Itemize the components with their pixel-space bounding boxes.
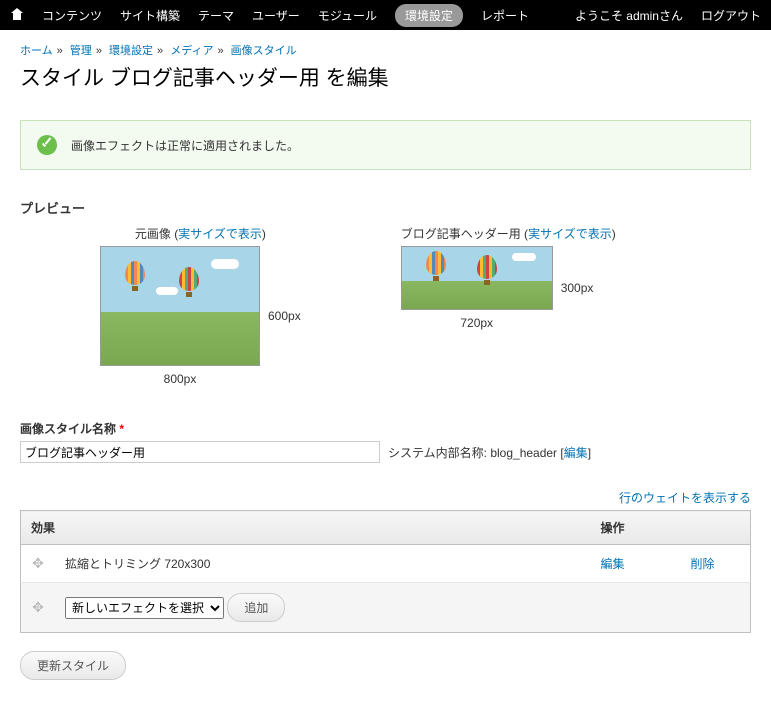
toolbar-welcome[interactable]: ようこそ adminさん: [575, 7, 683, 24]
new-effect-select[interactable]: 新しいエフェクトを選択: [65, 597, 224, 619]
toolbar-item-users[interactable]: ユーザー: [252, 7, 300, 24]
add-effect-button[interactable]: 追加: [227, 593, 285, 622]
update-style-button[interactable]: 更新スタイル: [20, 651, 126, 680]
preview-section: 元画像 (実サイズで表示) 800px 600px ブログ記事ヘッダー: [20, 225, 751, 386]
col-ops: 操作: [591, 511, 751, 545]
preview-original-label: 元画像: [135, 227, 171, 241]
home-icon: [10, 8, 24, 20]
preview-styled-image: [401, 246, 553, 310]
effect-name: 拡縮とトリミング 720x300: [55, 545, 591, 583]
show-row-weights-link[interactable]: 行のウェイトを表示する: [619, 491, 751, 505]
drag-handle-icon[interactable]: ✥: [31, 555, 45, 572]
preview-styled-height: 300px: [561, 281, 594, 295]
status-message-text: 画像エフェクトは正常に適用されました。: [71, 137, 299, 154]
style-name-input[interactable]: [20, 441, 380, 463]
preview-original-actual-link[interactable]: 実サイズで表示: [178, 227, 262, 241]
preview-original-width: 800px: [100, 372, 260, 386]
toolbar-item-theme[interactable]: テーマ: [198, 7, 234, 24]
toolbar-item-config[interactable]: 環境設定: [395, 4, 463, 27]
drag-handle-icon[interactable]: ✥: [31, 599, 45, 616]
preview-original: 元画像 (実サイズで表示) 800px 600px: [100, 225, 301, 386]
breadcrumb-config[interactable]: 環境設定: [109, 45, 153, 57]
page-title: スタイル ブログ記事ヘッダー用 を編集: [20, 62, 751, 92]
preview-original-height: 600px: [268, 309, 301, 323]
breadcrumb-image-styles[interactable]: 画像スタイル: [231, 45, 297, 57]
col-effect: 効果: [21, 511, 591, 545]
home-icon-link[interactable]: [10, 8, 24, 23]
effect-delete-link[interactable]: 削除: [691, 557, 715, 571]
preview-heading: プレビュー: [20, 198, 751, 217]
toolbar-item-content[interactable]: コンテンツ: [42, 7, 102, 24]
check-icon: [37, 135, 57, 155]
style-name-field: 画像スタイル名称 * システム内部名称: blog_header [編集]: [20, 420, 751, 463]
effect-edit-link[interactable]: 編集: [601, 557, 625, 571]
preview-styled-actual-link[interactable]: 実サイズで表示: [528, 227, 612, 241]
machine-name: システム内部名称: blog_header [編集]: [388, 444, 591, 461]
machine-name-edit-link[interactable]: 編集: [564, 446, 588, 460]
breadcrumb-media[interactable]: メディア: [170, 45, 213, 57]
toolbar-logout[interactable]: ログアウト: [701, 7, 761, 24]
effect-row: ✥ 拡縮とトリミング 720x300 編集 削除: [21, 545, 751, 583]
effects-table: 効果 操作 ✥ 拡縮とトリミング 720x300 編集 削除 ✥ 新しいエフェク…: [20, 510, 751, 633]
style-name-label: 画像スタイル名称 *: [20, 420, 751, 437]
admin-toolbar: コンテンツ サイト構築 テーマ ユーザー モジュール 環境設定 レポート ようこ…: [0, 0, 771, 30]
toolbar-item-modules[interactable]: モジュール: [318, 7, 377, 24]
preview-styled-label: ブログ記事ヘッダー用: [401, 227, 521, 241]
preview-original-image: [100, 246, 260, 366]
required-marker: *: [119, 422, 124, 436]
status-message: 画像エフェクトは正常に適用されました。: [20, 120, 751, 170]
breadcrumb: ホーム» 管理» 環境設定» メディア» 画像スタイル: [20, 42, 751, 58]
preview-styled-width: 720px: [401, 316, 553, 330]
toolbar-item-structure[interactable]: サイト構築: [120, 7, 180, 24]
breadcrumb-admin[interactable]: 管理: [70, 45, 92, 57]
toolbar-item-reports[interactable]: レポート: [481, 7, 529, 24]
add-effect-row: ✥ 新しいエフェクトを選択 追加: [21, 583, 751, 633]
breadcrumb-home[interactable]: ホーム: [20, 45, 53, 57]
preview-styled: ブログ記事ヘッダー用 (実サイズで表示) 720px 300px: [401, 225, 616, 386]
